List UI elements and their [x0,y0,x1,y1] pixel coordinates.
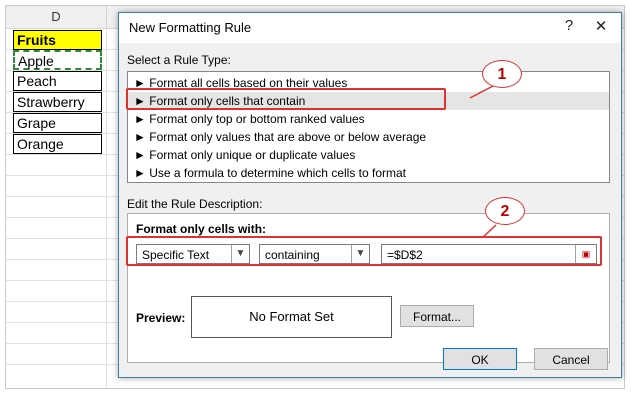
callout-pointers [469,85,497,239]
callout-1-badge: 1 [482,60,522,88]
callout-1-pointer [469,85,494,99]
callout-2-badge: 2 [485,197,525,225]
callout-2-pointer [481,224,497,239]
